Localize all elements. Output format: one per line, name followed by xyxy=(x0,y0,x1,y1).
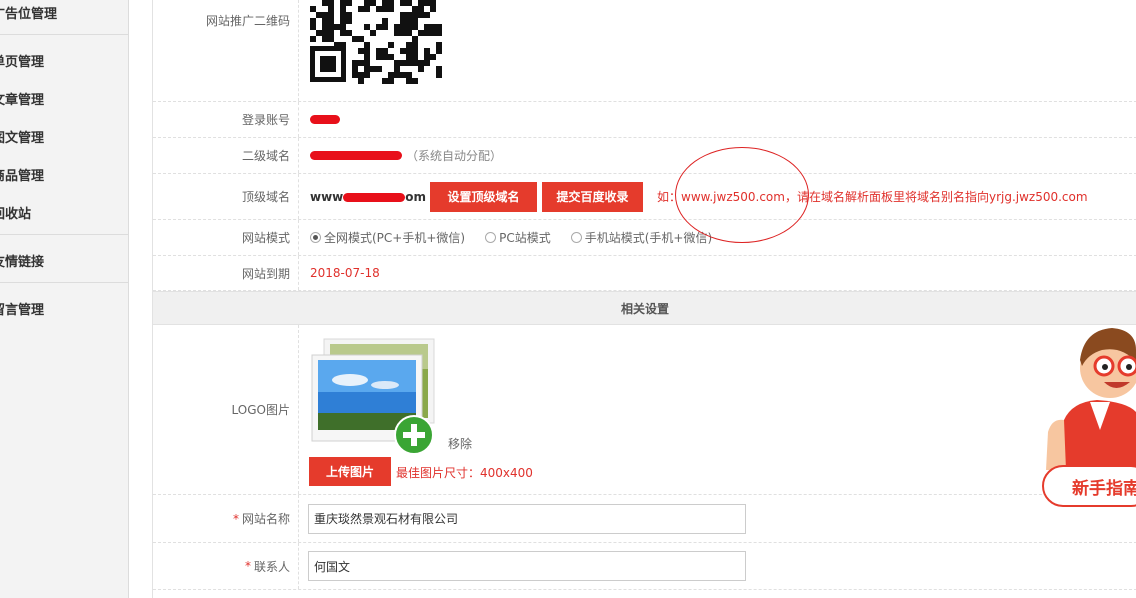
redacted-top-domain xyxy=(343,192,406,202)
qr-module xyxy=(346,0,352,6)
qr-code-label: 网站推广二维码 xyxy=(153,0,299,101)
subdomain-note: （系统自动分配） xyxy=(406,149,503,163)
row-login-account: 登录账号 xyxy=(153,102,1136,138)
row-site-name: * 网站名称 xyxy=(153,495,1136,543)
image-placeholder-icon[interactable] xyxy=(310,335,440,455)
row-expire-date: 网站到期 2018-07-18 xyxy=(153,256,1136,291)
layout-gap xyxy=(129,0,152,598)
row-contact: * 联系人 xyxy=(153,543,1136,590)
subdomain-label: 二级域名 xyxy=(153,138,299,173)
site-name-input[interactable] xyxy=(308,503,746,534)
sidebar-item-recycle-bin[interactable]: 回收站 xyxy=(0,203,128,222)
submit-baidu-index-button[interactable]: 提交百度收录 xyxy=(542,181,644,212)
sidebar: 广告位管理 单页管理 文章管理 图文管理 商品管理 回收站 友情链接 留言管理 xyxy=(0,0,129,598)
row-qr-code: 网站推广二维码 xyxy=(153,0,1136,102)
redacted-login-account xyxy=(310,115,340,124)
contact-label: * 联系人 xyxy=(153,543,299,589)
logo-label: LOGO图片 xyxy=(153,325,299,494)
row-subdomain: 二级域名 （系统自动分配） xyxy=(153,138,1136,174)
upload-image-button[interactable]: 上传图片 xyxy=(309,457,391,486)
radio-selected-icon xyxy=(310,232,321,243)
beginner-guide-button[interactable]: 新手指南 xyxy=(1042,465,1136,507)
radio-icon xyxy=(485,232,497,243)
qr-module xyxy=(310,36,316,42)
expire-date-value: 2018-07-18 xyxy=(310,266,380,280)
qr-module xyxy=(436,48,442,54)
sidebar-item-messages[interactable]: 留言管理 xyxy=(0,299,128,318)
sidebar-item-pages[interactable]: 单页管理 xyxy=(0,51,128,70)
top-domain-label: 顶级域名 xyxy=(153,174,299,219)
mascot-icon xyxy=(1046,328,1136,470)
qr-module xyxy=(436,72,442,78)
required-mark: * xyxy=(244,559,251,573)
remove-logo-link[interactable]: 移除 xyxy=(448,435,472,452)
qr-module xyxy=(388,78,394,84)
sidebar-item-image-text[interactable]: 图文管理 xyxy=(0,127,128,146)
qr-module xyxy=(412,78,418,84)
upload-size-hint: 最佳图片尺寸：400x400 xyxy=(396,466,533,480)
row-site-mode: 网站模式 全网模式(PC+手机+微信) PC站模式 手机站模式(手机+微信) xyxy=(153,220,1136,256)
qr-code-image xyxy=(308,0,446,90)
section-related-settings: 相关设置 xyxy=(153,291,1136,325)
sidebar-item-friend-links[interactable]: 友情链接 xyxy=(0,251,128,270)
site-name-label: * 网站名称 xyxy=(153,495,299,542)
domain-hint: 如：www.jwz500.com，请在域名解析面板里将域名别名指向yrjg.jw… xyxy=(657,190,1088,204)
top-domain-value: www om xyxy=(310,189,427,204)
expire-date-label: 网站到期 xyxy=(153,256,299,290)
beginner-guide-widget[interactable]: 新手指南 xyxy=(1042,320,1136,510)
qr-module xyxy=(388,6,394,12)
sidebar-item-products[interactable]: 商品管理 xyxy=(0,165,128,184)
qr-module xyxy=(346,18,352,24)
contact-input[interactable] xyxy=(308,551,746,581)
row-logo: LOGO图片 移除 上传图片 最佳图片尺寸：400x400 xyxy=(153,325,1136,495)
qr-module xyxy=(436,30,442,36)
sidebar-divider xyxy=(0,282,128,283)
qr-finder-pattern xyxy=(320,56,336,72)
qr-module xyxy=(424,12,430,18)
qr-module xyxy=(376,66,382,72)
qr-module xyxy=(418,66,424,72)
qr-module xyxy=(388,42,394,48)
radio-icon xyxy=(570,232,582,243)
qr-module xyxy=(430,54,436,60)
qr-module xyxy=(424,60,430,66)
login-account-label: 登录账号 xyxy=(153,102,299,137)
qr-module xyxy=(364,6,370,12)
qr-module xyxy=(358,78,364,84)
qr-module xyxy=(382,24,388,30)
qr-module xyxy=(364,72,370,78)
sidebar-divider xyxy=(0,234,128,235)
site-mode-label: 网站模式 xyxy=(153,220,299,255)
row-top-domain: 顶级域名 www om 设置顶级域名 提交百度收录 如：www.jwz500.co… xyxy=(153,174,1136,220)
settings-form: 网站推广二维码 登录账号 二级域名 （系统自动分配） 顶级域名 www om 设置… xyxy=(152,0,1136,598)
sidebar-item-ad-slots[interactable]: 广告位管理 xyxy=(0,3,128,22)
sidebar-divider xyxy=(0,34,128,35)
required-mark: * xyxy=(232,511,239,526)
redacted-subdomain xyxy=(310,151,402,160)
sidebar-item-articles[interactable]: 文章管理 xyxy=(0,89,128,108)
qr-module xyxy=(370,30,376,36)
qr-module xyxy=(430,6,436,12)
mode-radio-mobile[interactable]: 手机站模式(手机+微信) xyxy=(570,229,712,246)
mode-radio-pc[interactable]: PC站模式 xyxy=(485,229,551,246)
set-top-domain-button[interactable]: 设置顶级域名 xyxy=(430,181,538,212)
mode-radio-all[interactable]: 全网模式(PC+手机+微信) xyxy=(310,229,465,246)
